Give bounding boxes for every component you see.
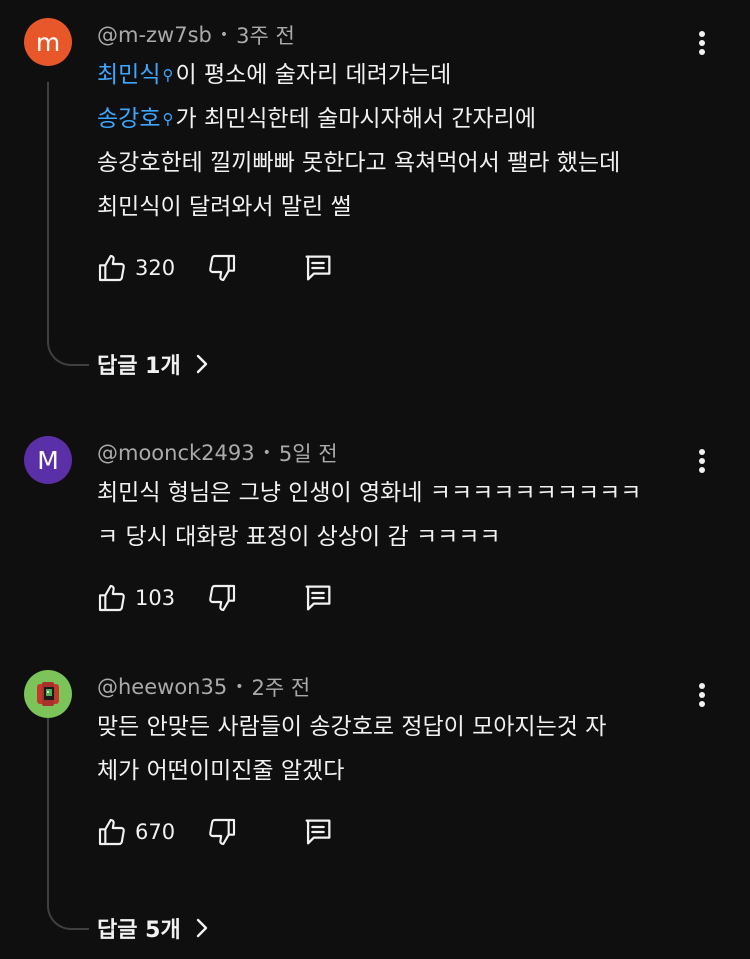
author-handle[interactable]: @m-zw7sb <box>97 23 212 47</box>
comment-header: @moonck2493 • 5일 전 <box>97 438 338 468</box>
comment-text: 최민식 형님은 그냥 인생이 영화네 ㅋㅋㅋㅋㅋㅋㅋㅋㅋㅋ ㅋ 당시 대화랑 표… <box>97 471 717 559</box>
comment-actions: 670 <box>95 814 335 850</box>
separator-dot: • <box>262 445 271 461</box>
thumbs-down-icon[interactable] <box>205 815 239 849</box>
comment-line: 최민식 형님은 그냥 인생이 영화네 ㅋㅋㅋㅋㅋㅋㅋㅋㅋㅋ <box>97 480 642 506</box>
search-icon: ⚲ <box>162 110 174 128</box>
comment-line: 체가 어떤이미진줄 알겠다 <box>97 758 345 784</box>
avatar-illustration <box>37 682 59 706</box>
avatar[interactable]: m <box>24 18 72 66</box>
like-count: 670 <box>135 820 176 844</box>
avatar[interactable]: M <box>24 436 72 484</box>
view-replies-button[interactable]: 답글 1개 <box>97 348 209 380</box>
comment-reply-icon[interactable] <box>301 251 335 285</box>
replies-label: 답글 5개 <box>97 918 181 943</box>
search-icon: ⚲ <box>162 66 174 84</box>
mention-link[interactable]: 송강호 ⚲ <box>97 106 175 132</box>
chevron-right-icon <box>196 354 207 374</box>
comment-time[interactable]: 5일 전 <box>279 438 338 468</box>
comment-line: ㅋ 당시 대화랑 표정이 상상이 감 ㅋㅋㅋㅋ <box>97 524 501 550</box>
comment-text: 맞든 안맞든 사람들이 송강호로 정답이 모아지는것 자 체가 어떤이미진줄 알… <box>97 705 717 793</box>
separator-dot: • <box>235 679 244 695</box>
avatar[interactable] <box>24 670 72 718</box>
comment-header: @m-zw7sb • 3주 전 <box>97 20 295 50</box>
comment-line: 맞든 안맞든 사람들이 송강호로 정답이 모아지는것 자 <box>97 714 607 740</box>
view-replies-button[interactable]: 답글 5개 <box>97 912 209 944</box>
thumbs-down-icon[interactable] <box>205 581 239 615</box>
author-handle[interactable]: @moonck2493 <box>97 441 255 465</box>
thumbs-down-icon[interactable] <box>205 251 239 285</box>
comment-reply-icon[interactable] <box>301 581 335 615</box>
thread-line <box>47 82 89 366</box>
avatar-letter: M <box>37 445 59 475</box>
thumbs-up-icon[interactable] <box>95 581 129 615</box>
comment-text: 최민식 ⚲이 평소에 술자리 데려가는데 송강호 ⚲가 최민식한테 술마시자해서 간… <box>97 53 717 229</box>
comment-actions: 320 <box>95 250 335 286</box>
comment-actions: 103 <box>95 580 335 616</box>
separator-dot: • <box>219 27 229 43</box>
comment-header: @heewon35 • 2주 전 <box>97 672 310 702</box>
replies-label: 답글 1개 <box>97 354 181 379</box>
comment-line: 송강호 ⚲가 최민식한테 술마시자해서 간자리에 <box>97 106 536 132</box>
comment-time[interactable]: 3주 전 <box>236 20 295 50</box>
comment-reply-icon[interactable] <box>301 815 335 849</box>
avatar-letter: m <box>35 27 61 57</box>
comment-line: 최민식이 달려와서 말린 썰 <box>97 194 352 220</box>
comment-line: 최민식 ⚲이 평소에 술자리 데려가는데 <box>97 62 452 88</box>
author-handle[interactable]: @heewon35 <box>97 675 227 699</box>
thread-line <box>47 718 89 930</box>
thumbs-up-icon[interactable] <box>95 251 129 285</box>
mention-link[interactable]: 최민식 ⚲ <box>97 62 175 88</box>
like-count: 320 <box>135 256 176 280</box>
thumbs-up-icon[interactable] <box>95 815 129 849</box>
chevron-right-icon <box>196 918 207 938</box>
comment-line: 송강호한테 낄끼빠빠 못한다고 욕쳐먹어서 팰라 했는데 <box>97 150 621 176</box>
like-count: 103 <box>135 586 176 610</box>
comment-time[interactable]: 2주 전 <box>251 672 310 702</box>
